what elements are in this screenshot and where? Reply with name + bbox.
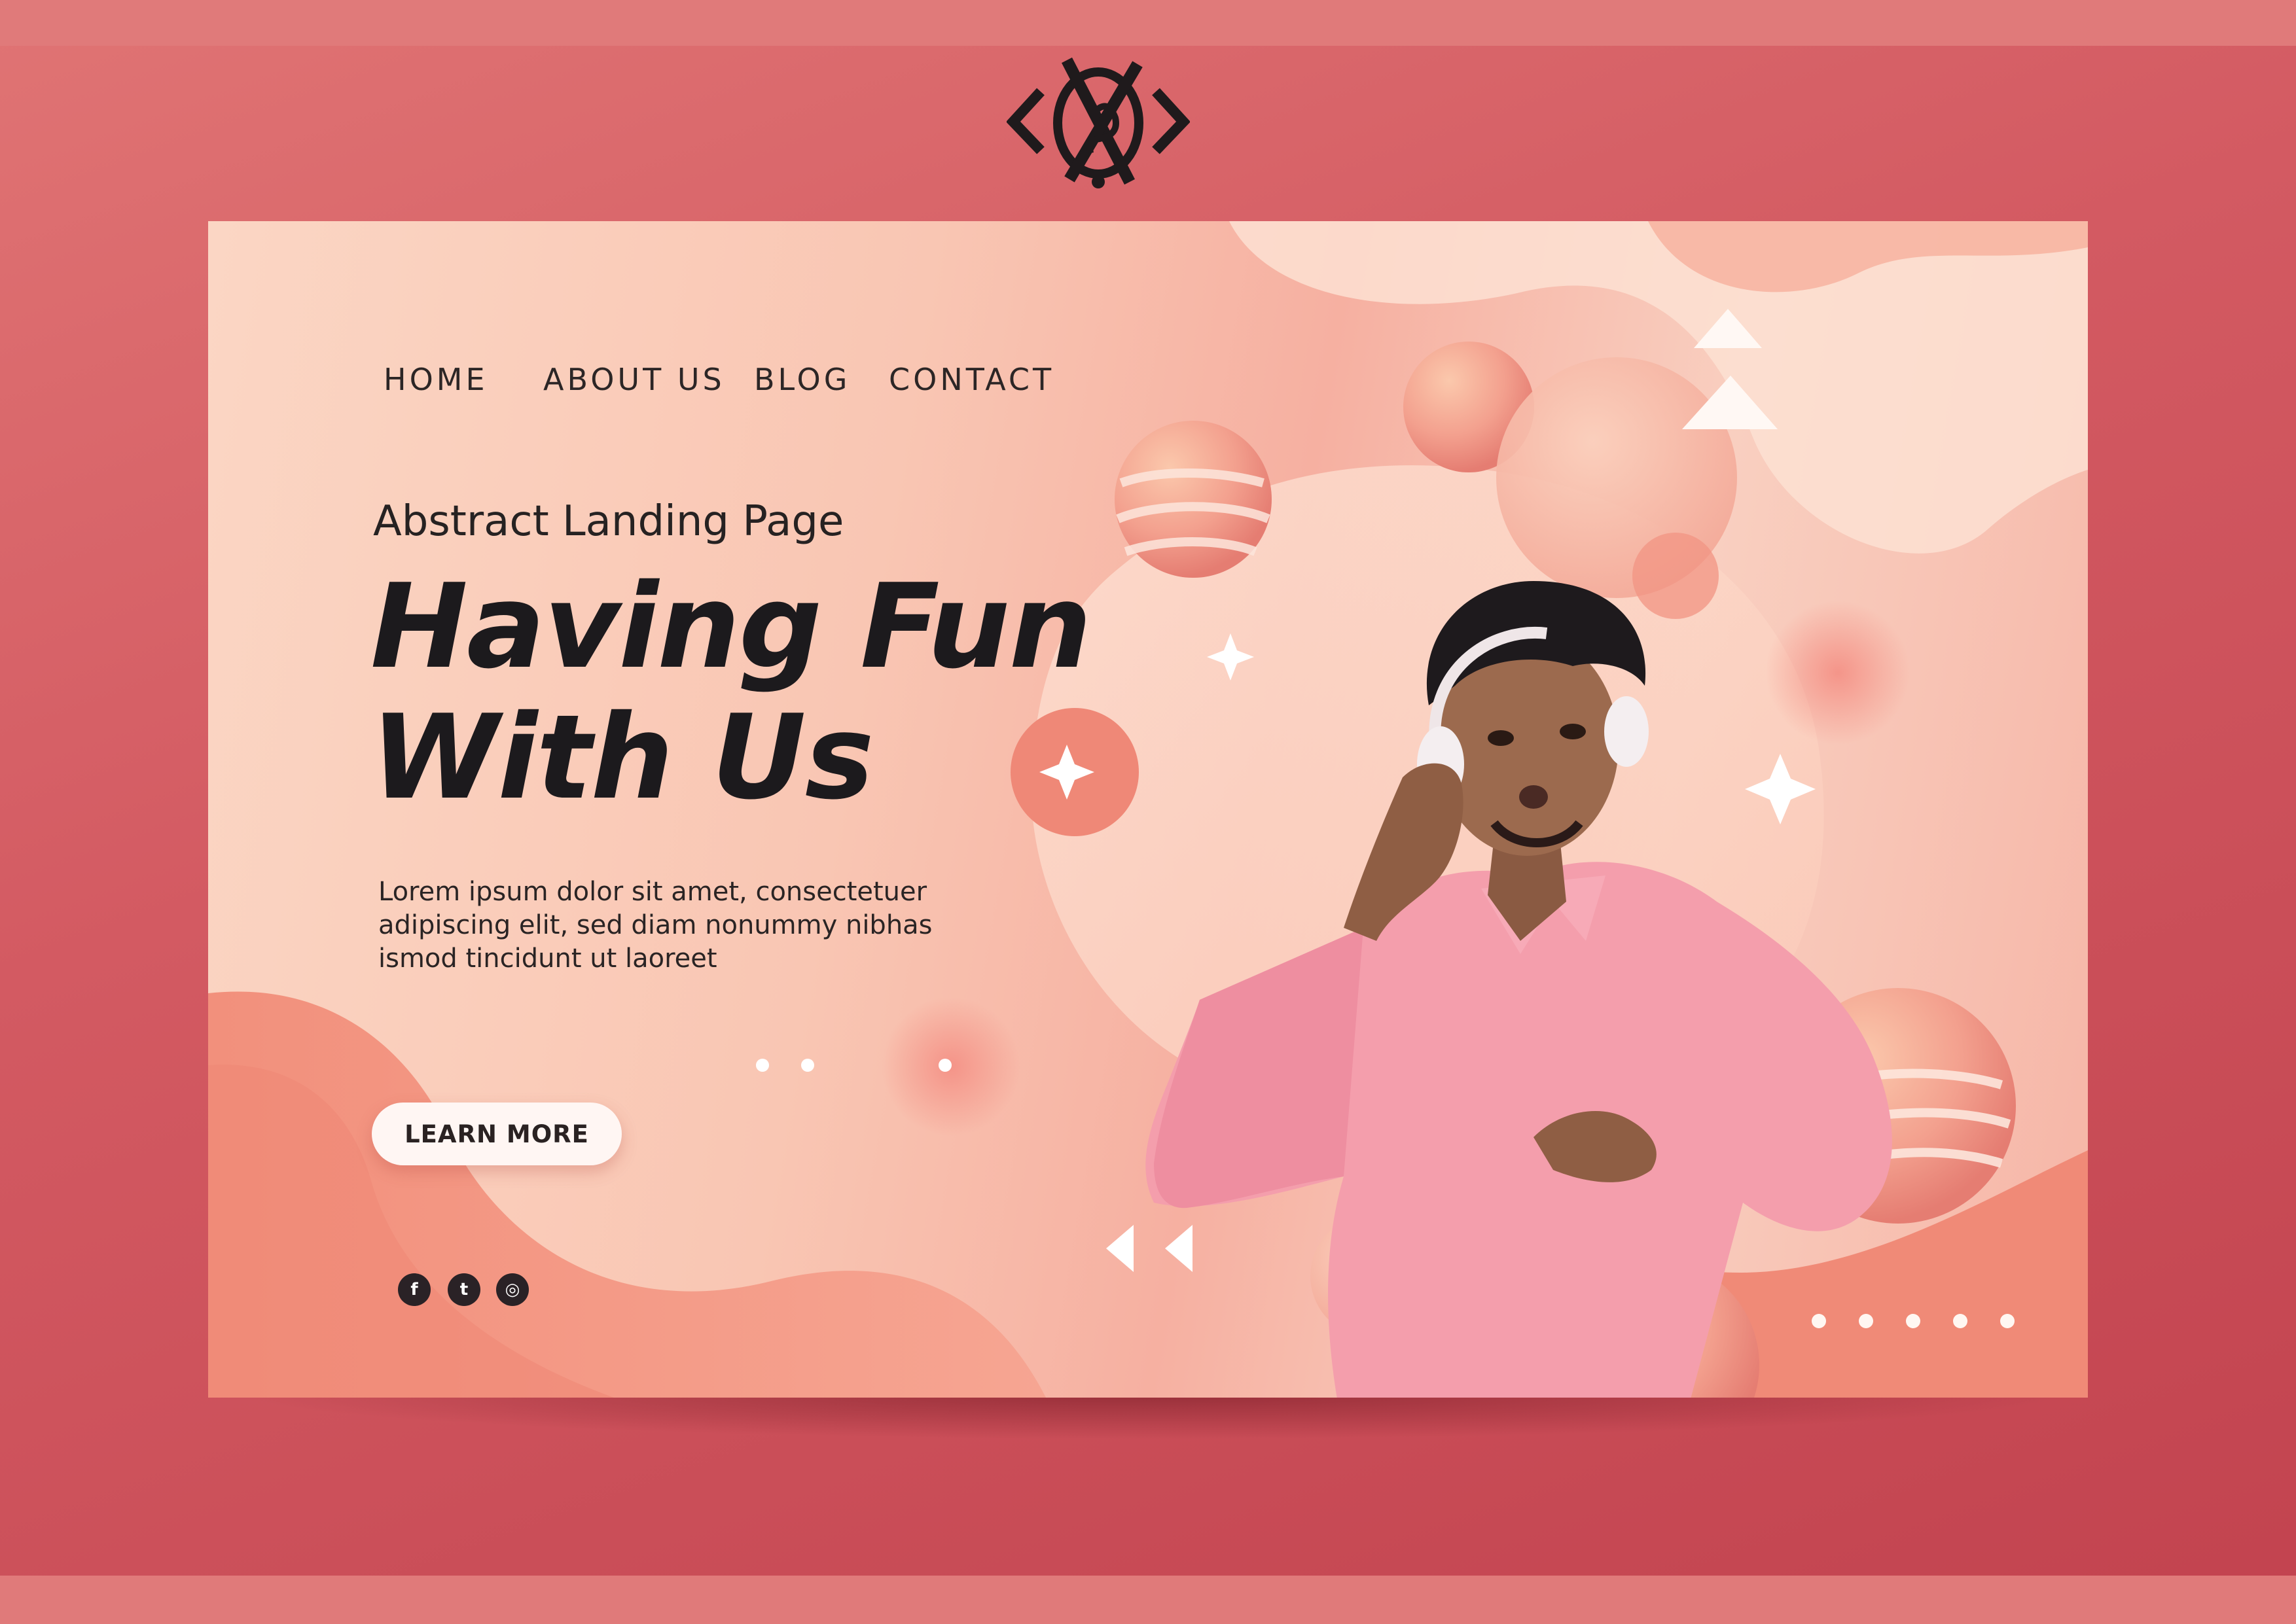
learn-more-button[interactable]: LEARN MORE: [372, 1103, 622, 1165]
body-line: ismod tincidunt ut laoreet: [378, 944, 717, 974]
nav-contact[interactable]: CONTACT: [889, 362, 1054, 397]
top-band: [0, 0, 2296, 46]
facebook-icon[interactable]: f: [398, 1273, 431, 1306]
instagram-icon[interactable]: ◎: [496, 1273, 529, 1306]
carousel-dot[interactable]: [1953, 1314, 1967, 1328]
carousel-dot[interactable]: [1906, 1314, 1920, 1328]
hero-headline: Having Fun With Us: [370, 561, 1123, 823]
bottom-band: [0, 1576, 2296, 1624]
carousel-dot[interactable]: [1812, 1314, 1826, 1328]
carousel-dot[interactable]: [1859, 1314, 1873, 1328]
twitter-icon[interactable]: t: [448, 1273, 480, 1306]
hero-subtitle: Abstract Landing Page: [373, 497, 844, 546]
hero-body-text: Lorem ipsum dolor sit amet, consectetuer…: [378, 875, 967, 976]
headline-line-2: With Us: [370, 690, 874, 825]
nav-home[interactable]: HOME: [384, 362, 488, 397]
brand-logo: [1007, 57, 1190, 188]
headline-line-1: Having Fun: [370, 559, 1092, 694]
nav-blog[interactable]: BLOG: [754, 362, 850, 397]
nav-about-us[interactable]: ABOUT US: [543, 362, 725, 397]
landing-page-card: HOME ABOUT US BLOG CONTACT Abstract Land…: [208, 221, 2088, 1398]
body-line: adipiscing elit, sed diam nonummy nibhas: [378, 910, 933, 940]
carousel-dots: [1812, 1307, 2060, 1333]
body-line: Lorem ipsum dolor sit amet, consectetuer: [378, 877, 927, 907]
prev-slide-icon[interactable]: [1102, 1222, 1139, 1275]
prev-slide-icon-secondary[interactable]: [1161, 1222, 1198, 1275]
hero-person-image: [1145, 581, 1892, 1398]
carousel-dot[interactable]: [2000, 1314, 2015, 1328]
